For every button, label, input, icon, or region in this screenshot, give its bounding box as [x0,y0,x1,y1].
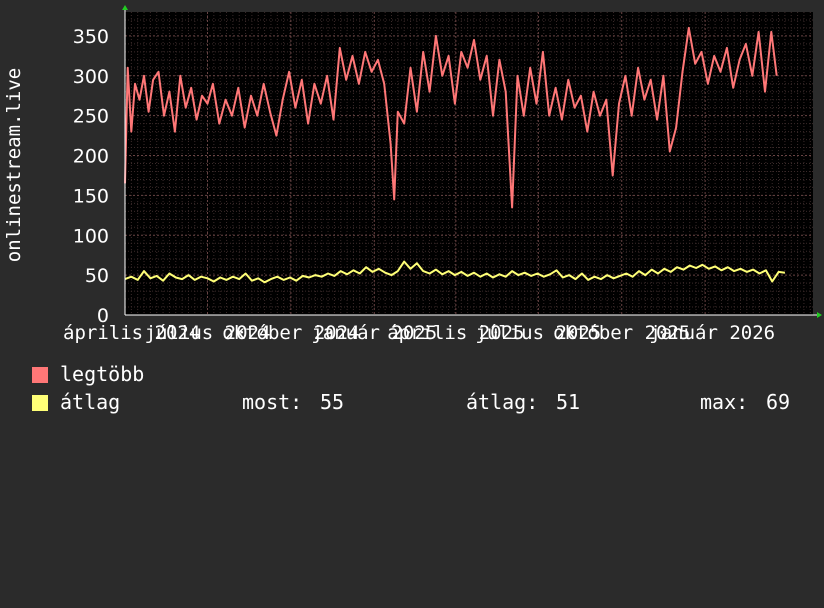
legend-item-max: legtöbb [32,362,144,386]
y-tick-label: 250 [73,106,109,128]
legend-swatch-max [32,367,48,383]
stat-now-label: most: [242,390,303,414]
y-tick-label: 200 [73,146,109,168]
x-tick-labels: április 2024július 2024október 2024januá… [63,322,775,344]
x-tick-label: január 2026 [649,322,775,344]
y-axis-label: onlinestream.live [3,68,25,262]
stat-avg-label: átlag: [466,390,539,414]
y-tick-labels: 050100150200250300350 [73,26,109,327]
y-tick-label: 350 [73,26,109,48]
y-tick-label: 50 [85,265,109,287]
stat-avg-value: 51 [556,390,581,414]
legend-label-avg: átlag [60,390,121,414]
x-axis-arrow [817,312,822,318]
legend-label-max: legtöbb [60,362,145,386]
legend-item-avg: átlag most: 55 átlag: 51 max: 69 [32,390,812,414]
stat-max-label: max: [700,390,749,414]
y-tick-label: 150 [73,185,109,207]
legend-swatch-avg [32,395,48,411]
y-axis-arrow [122,5,128,10]
stat-max-value: 69 [766,390,791,414]
y-tick-label: 300 [73,66,109,88]
y-tick-label: 100 [73,225,109,247]
stat-now-value: 55 [320,390,345,414]
